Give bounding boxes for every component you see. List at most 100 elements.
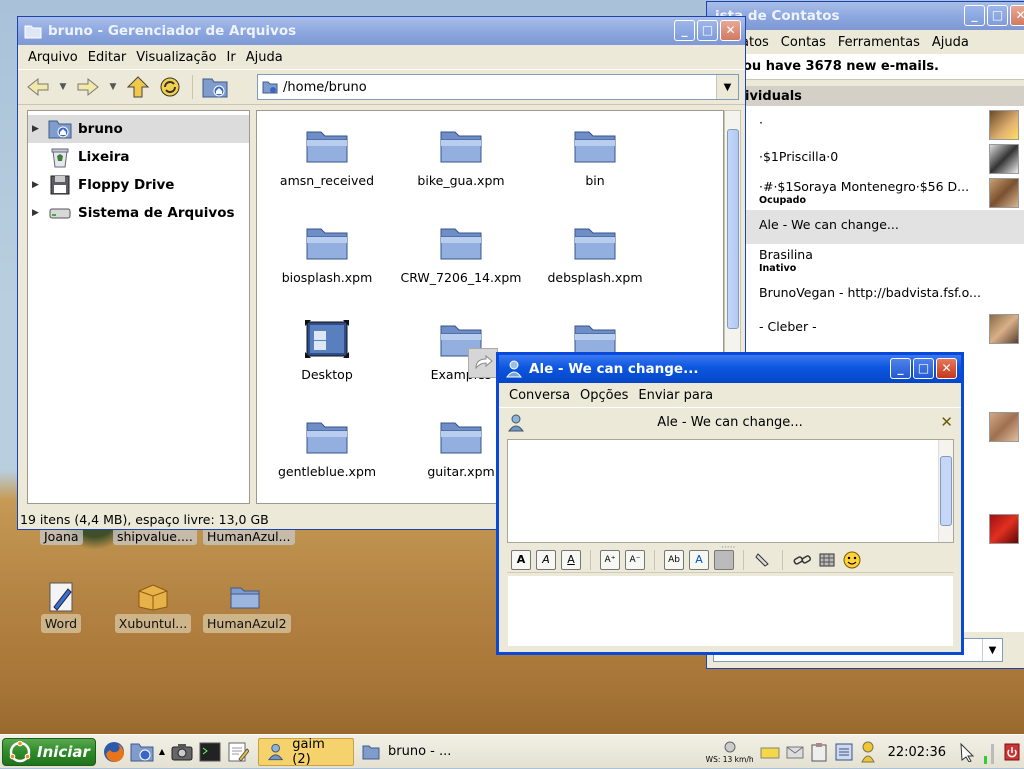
- file-item[interactable]: debsplash.xpm: [528, 220, 662, 285]
- reload-button[interactable]: [156, 73, 184, 101]
- contact-item[interactable]: BrunoVegan - http://badvista.fsf.o...: [707, 278, 1024, 312]
- contact-item-selected[interactable]: Ale - We can change...: [707, 210, 1024, 244]
- location-bar[interactable]: /home/bruno ▼: [257, 74, 739, 100]
- conversation-tab-header[interactable]: Ale - We can change... ✕: [499, 407, 961, 437]
- scrollbar-thumb[interactable]: [727, 129, 739, 329]
- sidebar-item-floppy-drive[interactable]: ▶ Floppy Drive: [28, 171, 249, 199]
- file-item[interactable]: bin: [528, 123, 662, 188]
- decrease-font-size-button[interactable]: A⁻: [625, 549, 645, 570]
- back-history-dropdown[interactable]: ▼: [56, 73, 70, 101]
- screenshot-launcher[interactable]: [168, 738, 196, 766]
- background-color-button[interactable]: [714, 549, 734, 570]
- conversation-titlebar[interactable]: Ale - We can change... _ □ ✕: [499, 355, 961, 383]
- taskbar-button-file-manager[interactable]: bruno - ...: [354, 738, 459, 766]
- menu-item[interactable]: Enviar para: [638, 388, 713, 403]
- taskbar-button-gaim[interactable]: gaim (2): [258, 737, 354, 767]
- maximize-button[interactable]: □: [913, 358, 934, 379]
- envelope-icon[interactable]: [786, 745, 804, 759]
- sidebar-item-lixeira[interactable]: Lixeira: [28, 143, 249, 171]
- menu-item[interactable]: Visualização: [136, 50, 216, 65]
- file-item[interactable]: amsn_received: [260, 123, 394, 188]
- file-item[interactable]: biosplash.xpm: [260, 220, 394, 285]
- expander-icon[interactable]: ▶: [32, 124, 42, 134]
- contact-item[interactable]: ·$1Priscilla·0: [707, 142, 1024, 176]
- clipboard-icon[interactable]: [810, 742, 828, 762]
- mail-icon[interactable]: [760, 745, 780, 759]
- menu-item[interactable]: Opções: [580, 388, 628, 403]
- menu-item[interactable]: Ajuda: [932, 35, 969, 50]
- insert-smiley-button[interactable]: [842, 550, 862, 570]
- sidebar-item-bruno[interactable]: ▶ bruno: [28, 115, 249, 143]
- start-button[interactable]: Iniciar: [2, 737, 96, 766]
- file-manager-titlebar[interactable]: bruno - Gerenciador de Arquivos _ □ ✕: [18, 17, 745, 45]
- increase-font-size-button[interactable]: A⁺: [600, 549, 620, 570]
- underline-button[interactable]: A: [561, 549, 581, 570]
- desktop-icon-humanazul2[interactable]: HumanAzul2: [203, 580, 291, 633]
- notes-icon[interactable]: [834, 742, 854, 762]
- file-item[interactable]: bike_gua.xpm: [394, 123, 528, 188]
- menu-item[interactable]: Contas: [781, 35, 826, 50]
- insert-image-button[interactable]: [753, 550, 773, 570]
- contact-group-header[interactable]: ividuals: [707, 86, 1024, 106]
- desktop-icon-xubuntu[interactable]: Xubuntul...: [111, 580, 195, 633]
- forward-button[interactable]: [74, 73, 102, 101]
- contact-item[interactable]: - Cleber -: [707, 312, 1024, 346]
- desktop-icon-word[interactable]: Word: [19, 580, 103, 633]
- home-button[interactable]: [201, 73, 229, 101]
- menu-item[interactable]: Ajuda: [246, 50, 283, 65]
- contact-list-titlebar[interactable]: ista de Contatos _ □ ✕: [707, 2, 1024, 30]
- home-folder-launcher[interactable]: [128, 738, 156, 766]
- file-item[interactable]: gentleblue.xpm: [260, 414, 394, 479]
- desktop-icon-label[interactable]: HumanAzul...: [203, 528, 295, 545]
- gaim-buddy-icon[interactable]: [860, 741, 876, 763]
- file-item[interactable]: Desktop: [260, 317, 394, 382]
- chevron-down-icon[interactable]: ▼: [982, 639, 1002, 661]
- italic-button[interactable]: A: [536, 549, 556, 570]
- clock[interactable]: 22:02:36: [888, 745, 946, 760]
- close-button[interactable]: ✕: [936, 358, 957, 379]
- font-face-button[interactable]: Ab: [664, 549, 684, 570]
- minimize-button[interactable]: _: [674, 20, 695, 41]
- menu-item[interactable]: Editar: [88, 50, 127, 65]
- close-tab-icon[interactable]: ✕: [940, 413, 953, 431]
- desktop-icon-label[interactable]: Joana: [40, 528, 83, 545]
- weather-widget[interactable]: WS: 13 km/h: [706, 741, 754, 764]
- vertical-scrollbar[interactable]: [938, 440, 953, 542]
- expander-icon[interactable]: ▶: [32, 180, 42, 190]
- insert-link-button[interactable]: [792, 550, 812, 570]
- sidebar-item-sistema-de-arquivos[interactable]: ▶ Sistema de Arquivos: [28, 199, 249, 227]
- up-button[interactable]: [124, 73, 152, 101]
- terminal-launcher[interactable]: [196, 738, 224, 766]
- insert-horizontal-rule-button[interactable]: [817, 550, 837, 570]
- bold-button[interactable]: A: [511, 549, 531, 570]
- close-button[interactable]: ✕: [1010, 5, 1024, 26]
- foreground-color-button[interactable]: A: [689, 549, 709, 570]
- menu-item[interactable]: Ir: [227, 50, 236, 65]
- email-notification-banner[interactable]: ou have 3678 new e-mails.: [707, 54, 1024, 80]
- menu-item[interactable]: Ferramentas: [838, 35, 920, 50]
- scrollbar-thumb[interactable]: [940, 456, 952, 526]
- launcher-dropdown[interactable]: ▲: [156, 738, 168, 766]
- message-input[interactable]: [507, 575, 954, 647]
- contact-item[interactable]: ·: [707, 108, 1024, 142]
- menu-item[interactable]: Arquivo: [28, 50, 78, 65]
- back-button[interactable]: [24, 73, 52, 101]
- file-item[interactable]: CRW_7206_14.xpm: [394, 220, 528, 285]
- text-editor-launcher[interactable]: [224, 738, 252, 766]
- logout-icon[interactable]: [1004, 742, 1020, 762]
- firefox-launcher[interactable]: [100, 738, 128, 766]
- maximize-button[interactable]: □: [987, 5, 1008, 26]
- contact-item[interactable]: Brasilina Inativo: [707, 244, 1024, 278]
- desktop-icon-label[interactable]: shipvalue....: [113, 528, 197, 545]
- chevron-down-icon[interactable]: ▼: [716, 75, 738, 99]
- forward-history-dropdown[interactable]: ▼: [106, 73, 120, 101]
- conversation-history[interactable]: [507, 439, 954, 543]
- contact-item[interactable]: ·#·$1Soraya Montenegro·$56 D... Ocupado: [707, 176, 1024, 210]
- battery-icon[interactable]: [982, 740, 998, 764]
- maximize-button[interactable]: □: [697, 20, 718, 41]
- minimize-button[interactable]: _: [890, 358, 911, 379]
- expander-icon[interactable]: ▶: [32, 208, 42, 218]
- minimize-button[interactable]: _: [964, 5, 985, 26]
- close-button[interactable]: ✕: [720, 20, 741, 41]
- menu-item[interactable]: Conversa: [509, 388, 570, 403]
